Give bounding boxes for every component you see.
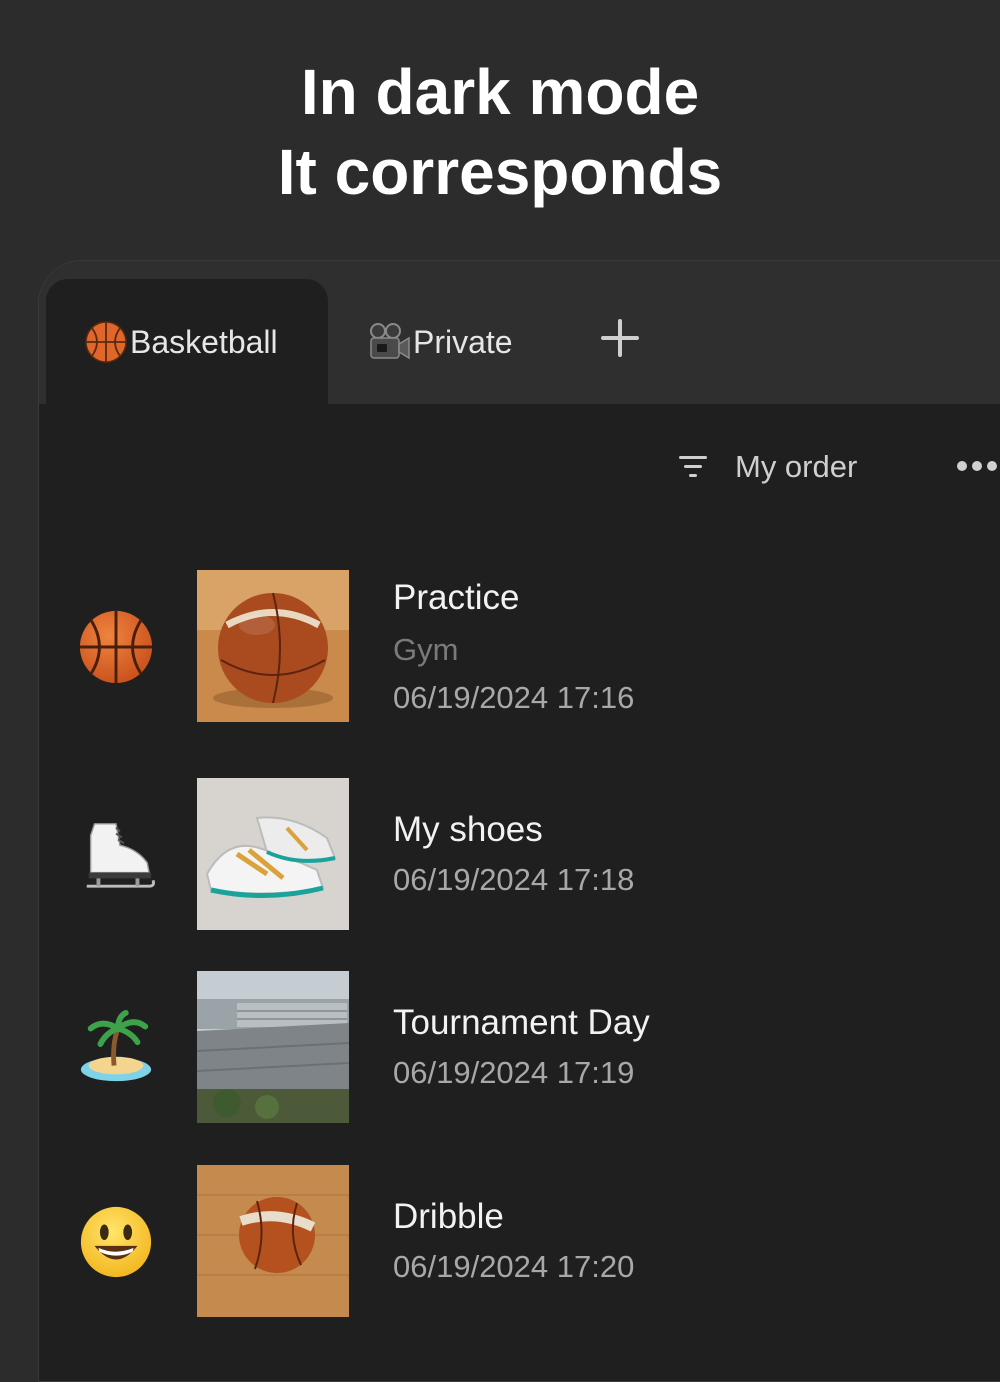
tab-private-label: Private	[413, 323, 513, 360]
thumbnail-dribble-photo	[197, 1165, 349, 1317]
basketball-icon	[85, 321, 127, 363]
ice-skate-icon	[86, 823, 155, 888]
add-tab-button[interactable]	[601, 319, 639, 357]
item-subtitle: Gym	[393, 632, 459, 667]
headline: In dark mode It corresponds	[0, 52, 1000, 212]
item-date: 06/19/2024 17:19	[393, 1055, 635, 1090]
item-date: 06/19/2024 17:20	[393, 1249, 635, 1284]
thumbnail-shoes-photo	[197, 778, 349, 930]
item-title: Practice	[393, 578, 520, 617]
list-item[interactable]: My shoes 06/19/2024 17:18	[39, 778, 1000, 930]
movie-camera-icon	[370, 323, 410, 360]
tab-basketball[interactable]: Basketball	[46, 279, 328, 405]
headline-line-1: In dark mode	[300, 56, 700, 128]
headline-line-2: It corresponds	[277, 136, 723, 208]
list-item[interactable]: Dribble 06/19/2024 17:20	[39, 1165, 1000, 1317]
tab-basketball-label: Basketball	[130, 323, 278, 360]
more-dots-icon	[957, 461, 967, 471]
list-item[interactable]: Tournament Day 06/19/2024 17:19	[39, 971, 1000, 1123]
item-date: 06/19/2024 17:18	[393, 862, 635, 897]
basketball-icon	[79, 610, 153, 684]
sort-button[interactable]: My order	[679, 449, 857, 485]
tab-bar: Basketball Private	[39, 261, 1000, 405]
item-date: 06/19/2024 17:16	[393, 680, 635, 715]
item-title: My shoes	[393, 810, 543, 849]
list-item[interactable]: Practice Gym 06/19/2024 17:16	[39, 570, 1000, 722]
desert-island-icon	[80, 1009, 152, 1082]
smiley-icon	[80, 1206, 152, 1278]
sort-filter-icon	[679, 456, 709, 478]
thumbnail-rooftops-photo	[197, 971, 349, 1123]
item-title: Tournament Day	[393, 1003, 650, 1042]
sort-label: My order	[735, 449, 858, 484]
item-title: Dribble	[393, 1197, 504, 1236]
thumbnail-basketball-photo	[197, 570, 349, 722]
app-window: Basketball Private My order Practice Gym…	[38, 260, 1000, 1382]
tab-private[interactable]: Private	[367, 279, 513, 405]
more-options-button[interactable]	[957, 461, 997, 471]
